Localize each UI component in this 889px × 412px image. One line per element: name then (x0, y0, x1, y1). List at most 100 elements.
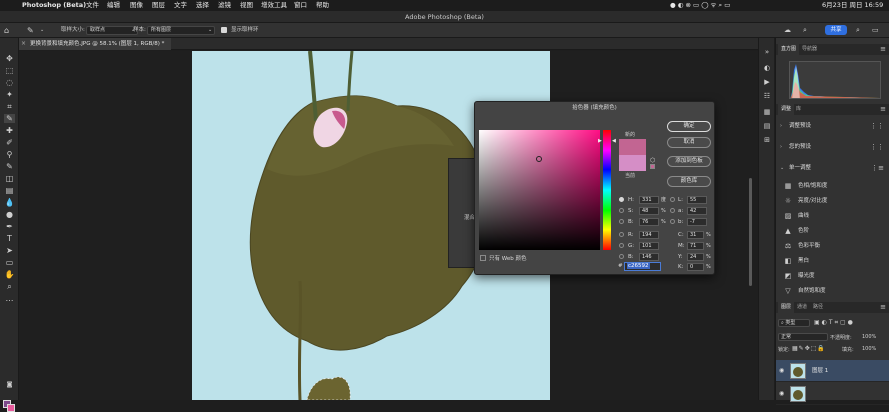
patterns-icon[interactable]: ⊞ (762, 136, 772, 145)
cancel-button[interactable]: 取消 (667, 137, 711, 148)
menu-image[interactable]: 图像 (130, 0, 143, 11)
filter-icons[interactable]: ▣◐T⌗▢● (814, 319, 855, 327)
hex-input[interactable]: c26592 (624, 262, 661, 271)
radio-r[interactable] (619, 232, 624, 237)
eyedropper-tool-icon[interactable]: ✎ (4, 114, 15, 123)
adjust-vibrance[interactable]: ▽ 自然饱和度 (776, 284, 889, 298)
h-input[interactable]: 331 (639, 196, 659, 204)
menu-edit[interactable]: 编辑 (107, 0, 120, 11)
hand-tool-icon[interactable]: ✋ (4, 270, 15, 279)
single-adjust-row[interactable]: ⌄ 单一调整 ⋮≡ (776, 162, 889, 175)
saturation-brightness-field[interactable] (479, 130, 600, 250)
menu-filter[interactable]: 滤镜 (218, 0, 231, 11)
ok-button[interactable]: 确定 (667, 121, 711, 132)
grid-view-icon[interactable]: ⋮⋮ (870, 120, 884, 133)
properties-icon[interactable]: ☷ (762, 92, 772, 101)
path-select-icon[interactable]: ➤ (4, 246, 15, 255)
menu-file[interactable]: 文件 (86, 0, 99, 11)
tab-adjustments[interactable]: 调整 (778, 104, 795, 115)
radio-a[interactable] (670, 208, 675, 213)
color-cursor[interactable] (536, 156, 542, 162)
grid-view-icon[interactable]: ⋮⋮ (870, 141, 884, 154)
blur-tool-icon[interactable]: 💧 (4, 198, 15, 207)
type-tool-icon[interactable]: T (4, 234, 15, 243)
radio-s[interactable] (619, 208, 624, 213)
pen-tool-icon[interactable]: ✒ (4, 222, 15, 231)
document-tab[interactable]: × 更换背景和填充颜色.JPG @ 58.1% (图层 1, RGB/8) * (19, 38, 171, 50)
eyedropper-icon[interactable]: ✎ (27, 23, 34, 38)
adjust-presets-row[interactable]: › 调整预设 ⋮⋮ (776, 120, 889, 133)
tab-navigator[interactable]: 导航器 (799, 44, 820, 55)
m-input[interactable]: 71 (687, 242, 704, 250)
chevron-down-icon[interactable]: ⌄ (40, 23, 44, 38)
y-input[interactable]: 24 (687, 253, 704, 261)
your-presets-row[interactable]: › 您的预设 ⋮⋮ (776, 141, 889, 154)
dodge-tool-icon[interactable]: ● (4, 210, 15, 219)
b2-input[interactable]: 146 (639, 253, 659, 261)
layer-row-1[interactable]: ◉ 图层 1 (776, 360, 889, 382)
search-icon[interactable]: ⌕ (803, 23, 807, 38)
marquee-tool-icon[interactable]: ⬚ (4, 66, 15, 75)
opacity-value[interactable]: 100% (862, 334, 876, 340)
brush-tool-icon[interactable]: ✐ (4, 138, 15, 147)
k-input[interactable]: 0 (687, 263, 704, 271)
radio-l[interactable] (670, 197, 675, 202)
history-brush-icon[interactable]: ✎ (4, 162, 15, 171)
adjust-curves[interactable]: ▨ 曲线 (776, 209, 889, 223)
collapse-icon[interactable]: » (762, 48, 772, 57)
menu-type[interactable]: 文字 (174, 0, 187, 11)
lasso-tool-icon[interactable]: ◌ (4, 78, 15, 87)
panel-menu-icon[interactable]: ≡ (880, 44, 886, 55)
vertical-scrollbar[interactable] (749, 178, 752, 286)
a-input[interactable]: 42 (687, 207, 707, 215)
tab-layers[interactable]: 图层 (778, 302, 795, 313)
crop-tool-icon[interactable]: ⌗ (4, 102, 15, 111)
swatches-icon[interactable]: ▦ (762, 108, 772, 117)
share-button[interactable]: 共享 (825, 25, 847, 35)
radio-b2[interactable] (619, 254, 624, 259)
adjust-brightness-contrast[interactable]: ☼ 亮度/对比度 (776, 194, 889, 208)
list-view-icon[interactable]: ⋮≡ (871, 162, 884, 175)
more-tools-icon[interactable]: … (4, 294, 15, 303)
r-input[interactable]: 194 (639, 231, 659, 239)
tab-channels[interactable]: 通道 (794, 302, 810, 313)
menu-plugins[interactable]: 增效工具 (261, 0, 287, 11)
move-tool-icon[interactable]: ✥ (4, 54, 15, 63)
cloud-icon[interactable]: ☁ (784, 23, 791, 38)
zoom-tool-icon[interactable]: ⌕ (4, 282, 15, 291)
adjust-color-balance[interactable]: ⚖ 色彩平衡 (776, 239, 889, 253)
menu-layer[interactable]: 图层 (152, 0, 165, 11)
radio-lab-b[interactable] (670, 219, 675, 224)
app-menu[interactable]: Photoshop (Beta) (22, 0, 86, 11)
l-input[interactable]: 55 (687, 196, 707, 204)
eye-icon[interactable]: ◉ (779, 383, 784, 405)
c-input[interactable]: 31 (687, 231, 704, 239)
panel-menu-icon[interactable]: ≡ (880, 104, 886, 115)
show-ring-checkbox[interactable] (221, 27, 227, 33)
add-to-swatches-button[interactable]: 添加到色板 (667, 156, 711, 167)
workspace-icon[interactable]: ▭ (872, 23, 879, 38)
tab-histogram[interactable]: 直方图 (778, 44, 800, 55)
tab-libraries[interactable]: 库 (793, 104, 804, 115)
magic-wand-icon[interactable]: ✦ (4, 90, 15, 99)
cube-color-swatch[interactable] (650, 164, 655, 169)
s-input[interactable]: 48 (639, 207, 659, 215)
current-color-swatch[interactable] (619, 155, 646, 171)
eye-icon[interactable]: ◉ (779, 360, 784, 382)
radio-h[interactable] (619, 197, 624, 202)
home-icon[interactable]: ⌂ (4, 23, 9, 38)
layer-row-2[interactable]: ◉ (776, 383, 889, 405)
radio-b[interactable] (619, 219, 624, 224)
fill-value[interactable]: 100% (862, 346, 876, 352)
b-input[interactable]: 76 (639, 218, 659, 226)
eraser-tool-icon[interactable]: ◫ (4, 174, 15, 183)
stamp-tool-icon[interactable]: ⚲ (4, 150, 15, 159)
adjust-black-white[interactable]: ◧ 黑白 (776, 254, 889, 268)
gradient-panel-icon[interactable]: ▤ (762, 122, 772, 131)
tab-paths[interactable]: 路径 (810, 302, 826, 313)
panel-menu-icon[interactable]: ≡ (880, 302, 886, 313)
menu-help[interactable]: 帮助 (316, 0, 329, 11)
cube-warning-icon[interactable]: ⬡ (650, 157, 655, 164)
healing-brush-icon[interactable]: ✚ (4, 126, 15, 135)
hue-slider-left-arrow[interactable]: ▶ (598, 138, 602, 144)
